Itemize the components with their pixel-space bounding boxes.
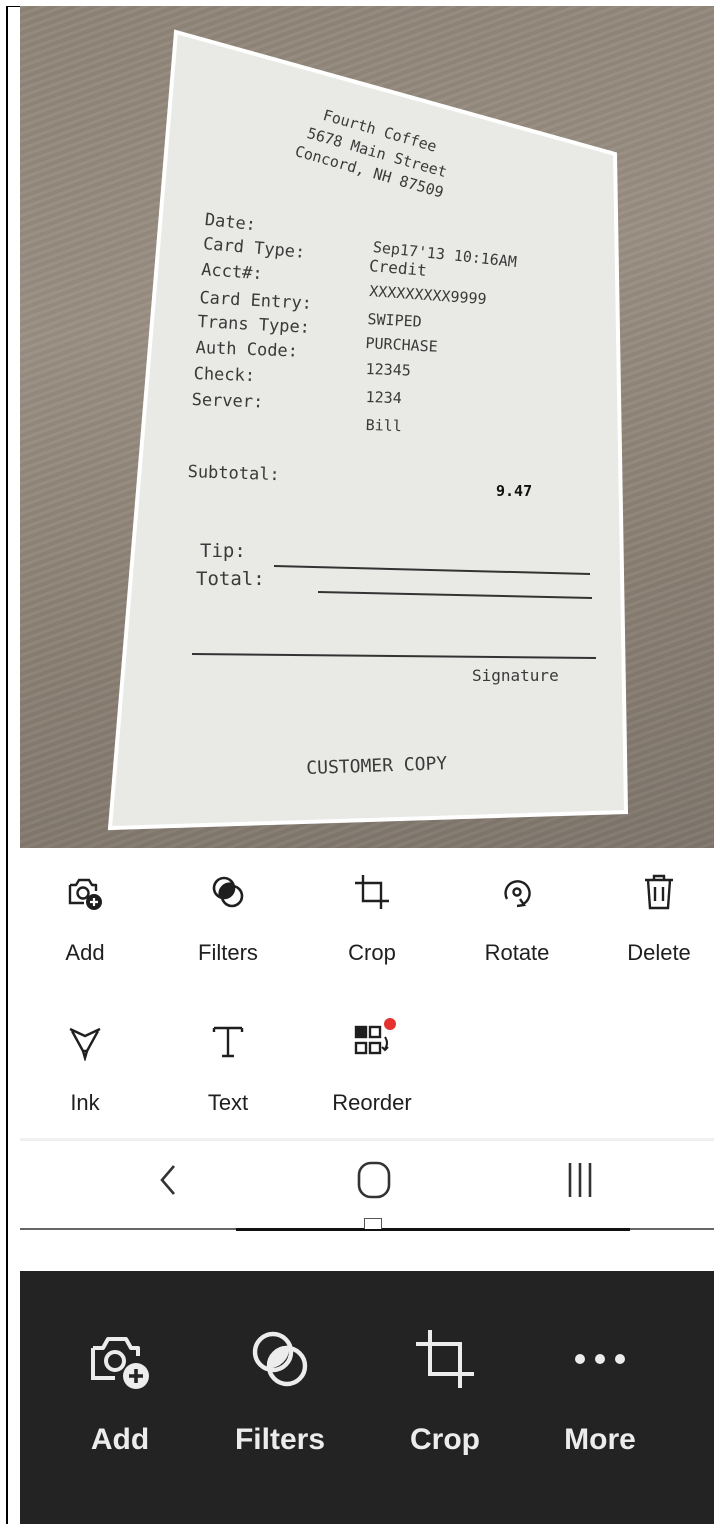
text-button[interactable]: Text — [173, 1020, 283, 1116]
ink-label: Ink — [70, 1090, 100, 1115]
camera-add-icon — [63, 870, 107, 914]
system-navigation-bar — [20, 1141, 714, 1223]
filters-label: Filters — [198, 940, 258, 965]
ink-button[interactable]: Ink — [30, 1020, 140, 1116]
rotate-button[interactable]: Rotate — [462, 870, 572, 966]
text-icon — [206, 1020, 250, 1064]
ink-pen-icon — [63, 1020, 107, 1064]
dark-more-button[interactable]: More — [530, 1323, 670, 1457]
total-label: Total: — [196, 568, 265, 590]
reorder-label: Reorder — [332, 1090, 412, 1115]
signature-label: Signature — [472, 666, 559, 685]
dark-add-button[interactable]: Add — [50, 1323, 190, 1457]
filters-icon — [244, 1323, 316, 1395]
text-label: Text — [207, 1090, 249, 1115]
separator-line-dark — [236, 1228, 630, 1231]
field-label-check: Check: — [193, 364, 256, 387]
rotate-label: Rotate — [484, 940, 550, 965]
crop-button[interactable]: Crop — [317, 870, 427, 966]
back-button[interactable] — [138, 1157, 198, 1203]
receipt-text-layer: Fourth Coffee 5678 Main Street Concord, … — [20, 6, 558, 779]
camera-add-icon — [84, 1323, 156, 1395]
dark-filters-button[interactable]: Filters — [210, 1323, 350, 1457]
separator-notch — [364, 1218, 382, 1229]
tip-label: Tip: — [200, 540, 246, 562]
add-button[interactable]: Add — [30, 870, 140, 966]
home-icon — [357, 1161, 391, 1199]
dark-edit-toolbar: Add Filters Crop More — [20, 1271, 714, 1524]
dark-filters-label: Filters — [234, 1423, 326, 1456]
reorder-icon — [350, 1018, 396, 1064]
frame-left-border — [6, 6, 8, 1524]
home-button[interactable] — [342, 1157, 406, 1203]
field-label-server: Server: — [191, 390, 264, 413]
dark-crop-label: Crop — [410, 1423, 480, 1456]
crop-icon — [409, 1323, 481, 1395]
filters-icon — [206, 870, 250, 914]
field-value-auth-code: 12345 — [365, 360, 412, 380]
back-icon — [160, 1165, 175, 1195]
subtotal-label: Subtotal: — [187, 462, 281, 486]
crop-label: Crop — [348, 940, 396, 965]
subtotal-value: 9.47 — [496, 482, 533, 500]
rotate-icon — [495, 870, 539, 914]
add-label: Add — [65, 940, 105, 965]
dark-crop-button[interactable]: Crop — [375, 1323, 515, 1457]
edit-toolbar: Add Filters Crop Rotate Delete Ink Text … — [20, 848, 714, 1138]
scanned-photo: Fourth Coffee 5678 Main Street Concord, … — [20, 6, 714, 848]
dark-add-label: Add — [90, 1423, 150, 1456]
field-label-acct: Acct#: — [200, 260, 264, 285]
field-value-card-entry: SWIPED — [367, 310, 423, 331]
field-value-trans-type: PURCHASE — [365, 334, 439, 356]
field-value-check: 1234 — [365, 388, 403, 408]
recents-icon — [568, 1163, 592, 1197]
recents-button[interactable] — [548, 1157, 612, 1203]
dark-more-label: More — [564, 1423, 636, 1456]
field-value-server: Bill — [365, 416, 403, 436]
delete-button[interactable]: Delete — [604, 870, 714, 966]
more-icon — [564, 1323, 636, 1395]
trash-icon — [637, 870, 681, 914]
delete-label: Delete — [627, 940, 691, 965]
reorder-button[interactable]: Reorder — [317, 1018, 427, 1116]
field-label-auth-code: Auth Code: — [195, 338, 299, 362]
crop-icon — [350, 870, 394, 914]
filters-button[interactable]: Filters — [173, 870, 283, 966]
reorder-notification-dot — [384, 1018, 396, 1030]
